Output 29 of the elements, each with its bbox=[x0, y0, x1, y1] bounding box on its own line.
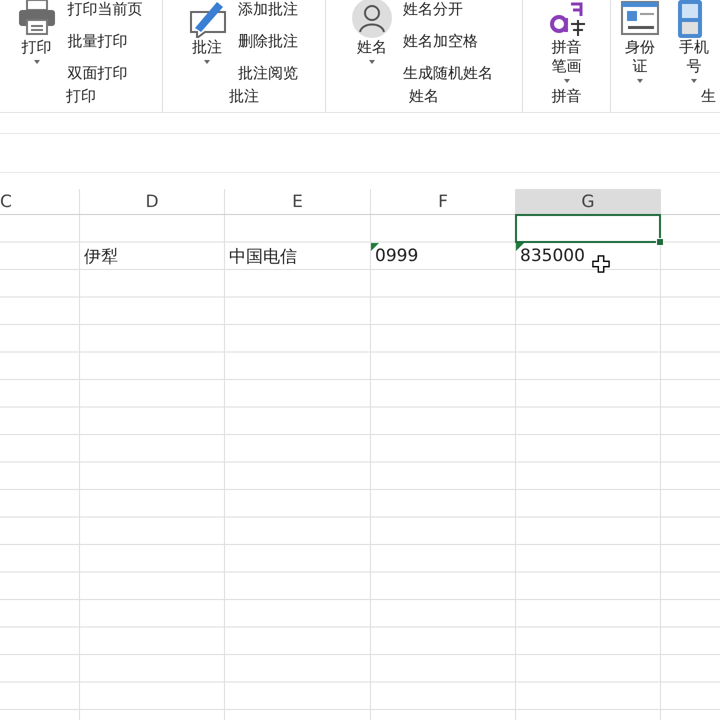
cross-cursor-icon bbox=[592, 254, 610, 272]
ribbon-button[interactable]: 身份证 bbox=[623, 0, 657, 86]
ribbon-button[interactable]: 双面打印 bbox=[68, 62, 142, 84]
ribbon-button[interactable]: 添加批注 bbox=[238, 0, 298, 20]
column-header[interactable]: C bbox=[0, 189, 80, 214]
table-cell-text: 中国电信 bbox=[229, 246, 297, 268]
ribbon-button[interactable]: 拼音笔画 bbox=[550, 0, 584, 86]
column-header[interactable]: G bbox=[516, 189, 661, 214]
table-cell-text: 伊犁 bbox=[84, 246, 118, 268]
table-cell: 0999 bbox=[375, 246, 418, 266]
ribbon-button[interactable]: 姓名加空格 bbox=[403, 30, 493, 52]
ribbon-button[interactable]: 删除批注 bbox=[238, 30, 298, 52]
ribbon-button[interactable]: 打印 bbox=[20, 0, 54, 86]
ribbon-button[interactable]: 姓名 bbox=[355, 0, 389, 86]
ribbon-button[interactable]: 批注阅览 bbox=[238, 62, 298, 84]
group-label: 生 bbox=[700, 86, 716, 107]
group-label: 姓名 bbox=[409, 86, 439, 107]
group-label: 拼音 bbox=[552, 86, 582, 107]
table-cell: 835000 bbox=[520, 246, 585, 266]
ribbon-button[interactable]: 打印当前页 bbox=[68, 0, 142, 20]
ribbon-button[interactable]: 批量打印 bbox=[68, 30, 142, 52]
column-header[interactable]: D bbox=[80, 189, 225, 214]
group-label: 批注 bbox=[229, 86, 259, 107]
ribbon-button[interactable]: 手机号 bbox=[677, 0, 711, 86]
ribbon-button[interactable]: 批注 bbox=[190, 0, 224, 86]
ribbon-button[interactable]: 生成随机姓名 bbox=[403, 62, 493, 84]
ribbon-button[interactable]: 姓名分开 bbox=[403, 0, 493, 20]
column-header[interactable]: E bbox=[225, 189, 371, 214]
group-label: 打印 bbox=[66, 86, 96, 107]
